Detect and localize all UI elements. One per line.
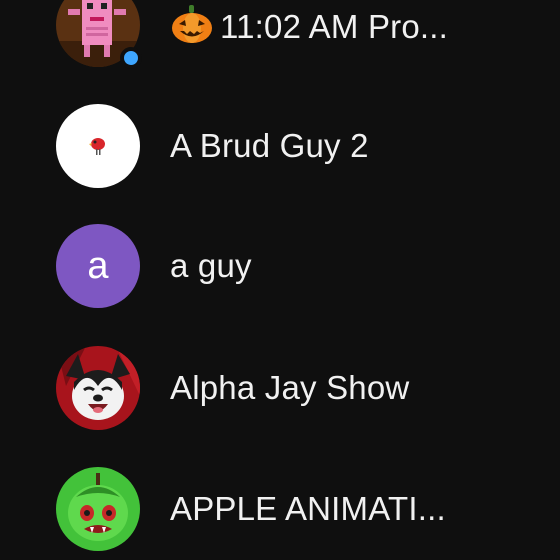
channel-row[interactable]: Alpha Jay Show (0, 328, 560, 448)
green-apple-avatar (56, 467, 140, 551)
pumpkin-icon (172, 4, 212, 43)
channel-avatar-wrap (56, 346, 140, 430)
channel-name: APPLE ANIMATI... (170, 490, 446, 527)
channel-name-text: 11:02 AM Pro... (220, 7, 449, 45)
new-content-dot (120, 47, 142, 69)
cartoon-dog-avatar (56, 346, 140, 430)
channel-name: A Brud Guy 2 (170, 127, 369, 164)
channel-name: 11:02 AM Pro... (170, 4, 448, 47)
channel-row[interactable]: A Brud Guy 2 (0, 86, 560, 206)
channel-row[interactable]: 11:02 AM Pro... (0, 0, 560, 85)
channel-avatar-wrap: a (56, 224, 140, 308)
channel-name: Alpha Jay Show (170, 369, 410, 406)
red-bird-avatar (56, 104, 140, 188)
channel-avatar-wrap (56, 104, 140, 188)
letter-avatar: a (56, 224, 140, 308)
channel-row[interactable]: a a guy (0, 206, 560, 326)
subscription-list: 11:02 AM Pro... A Brud Guy 2 a a guy Alp… (0, 0, 560, 560)
channel-row[interactable]: APPLE ANIMATI... (0, 449, 560, 560)
channel-avatar-wrap (56, 467, 140, 551)
channel-name: a guy (170, 247, 252, 284)
channel-avatar-wrap (56, 0, 142, 69)
